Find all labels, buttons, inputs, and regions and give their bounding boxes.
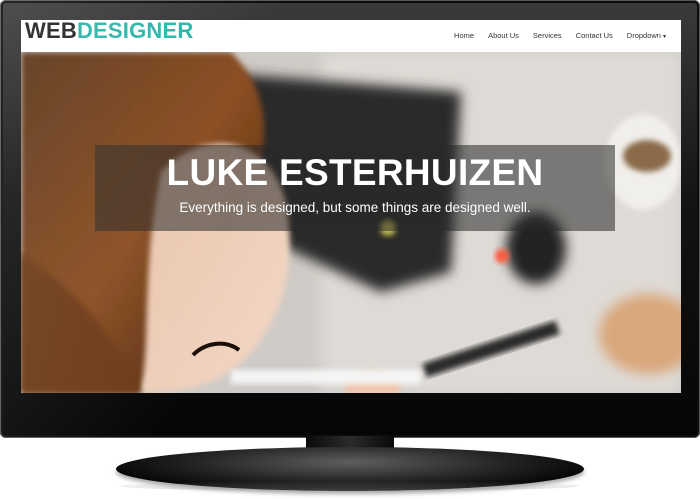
hero-section: LUKE ESTERHUIZEN Everything is designed,… (21, 52, 681, 393)
monitor-stand-rim (120, 481, 580, 491)
navbar: WEBDESIGNER Home About Us Services Conta… (21, 20, 681, 52)
nav-link-about-us[interactable]: About Us (481, 20, 526, 52)
nav-menu: Home About Us Services Contact Us Dropdo… (447, 20, 673, 52)
monitor-frame: WEBDESIGNER Home About Us Services Conta… (0, 0, 700, 438)
brand-logo[interactable]: WEBDESIGNER (25, 20, 193, 52)
brand-logo-part2: DESIGNER (76, 20, 194, 43)
nav-link-services[interactable]: Services (526, 20, 569, 52)
hero-title: LUKE ESTERHUIZEN (166, 152, 544, 193)
hero-caption-box: LUKE ESTERHUIZEN Everything is designed,… (95, 145, 615, 231)
hero-subtitle: Everything is designed, but some things … (179, 200, 531, 215)
nav-link-home[interactable]: Home (447, 20, 481, 52)
monitor-screen: WEBDESIGNER Home About Us Services Conta… (21, 20, 681, 393)
nav-link-contact-us[interactable]: Contact Us (569, 20, 620, 52)
nav-dropdown-label: Dropdown (626, 30, 661, 40)
nav-dropdown[interactable]: Dropdown ▾ (620, 20, 673, 53)
brand-logo-part1: WEB (25, 20, 77, 43)
chevron-down-icon: ▾ (662, 33, 666, 40)
